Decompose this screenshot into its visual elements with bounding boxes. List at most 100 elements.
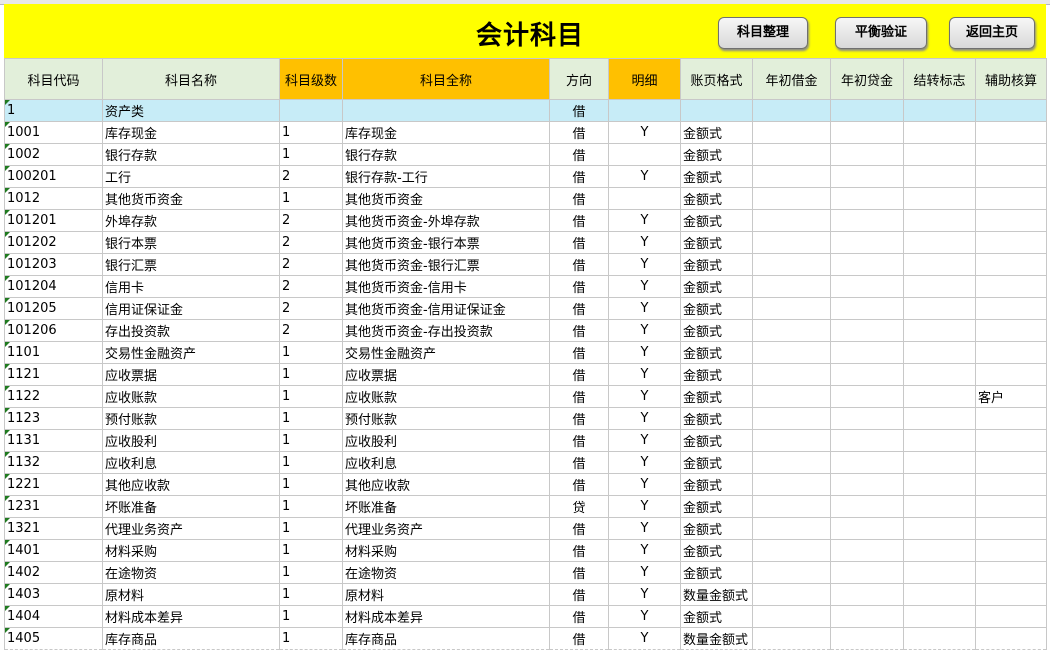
table-cell[interactable]: 101205 bbox=[4, 297, 103, 320]
table-cell[interactable]: 存出投资款 bbox=[102, 319, 280, 342]
table-cell[interactable]: 2 bbox=[279, 297, 343, 320]
table-cell[interactable]: 金额式 bbox=[680, 539, 753, 562]
table-cell[interactable]: 100201 bbox=[4, 165, 103, 188]
table-cell[interactable]: 金额式 bbox=[680, 605, 753, 628]
table-cell[interactable] bbox=[903, 341, 976, 364]
table-cell[interactable]: 金额式 bbox=[680, 187, 753, 210]
table-cell[interactable] bbox=[975, 121, 1047, 144]
header-cell[interactable]: 辅助核算 bbox=[975, 58, 1047, 100]
table-cell[interactable]: 借 bbox=[549, 539, 609, 562]
table-cell[interactable] bbox=[830, 209, 904, 232]
return-home-button[interactable]: 返回主页 bbox=[949, 17, 1035, 49]
table-cell[interactable] bbox=[903, 561, 976, 584]
table-cell[interactable] bbox=[975, 429, 1047, 452]
table-cell[interactable]: 2 bbox=[279, 275, 343, 298]
table-cell[interactable]: 借 bbox=[549, 341, 609, 364]
table-cell[interactable] bbox=[830, 363, 904, 386]
header-cell[interactable]: 年初贷金 bbox=[830, 58, 904, 100]
table-cell[interactable] bbox=[975, 187, 1047, 210]
table-cell[interactable]: 金额式 bbox=[680, 363, 753, 386]
table-cell[interactable]: 借 bbox=[549, 363, 609, 386]
table-cell[interactable] bbox=[752, 451, 831, 474]
table-cell[interactable]: 1 bbox=[279, 341, 343, 364]
table-cell[interactable]: 交易性金融资产 bbox=[342, 341, 550, 364]
table-cell[interactable]: 其他货币资金-信用证保证金 bbox=[342, 297, 550, 320]
table-cell[interactable] bbox=[975, 561, 1047, 584]
table-cell[interactable] bbox=[903, 451, 976, 474]
table-cell[interactable]: 借 bbox=[549, 429, 609, 452]
table-cell[interactable] bbox=[830, 165, 904, 188]
table-cell[interactable] bbox=[752, 539, 831, 562]
header-cell[interactable]: 结转标志 bbox=[903, 58, 976, 100]
table-cell[interactable]: 预付账款 bbox=[102, 407, 280, 430]
table-cell[interactable]: 材料采购 bbox=[342, 539, 550, 562]
table-cell[interactable]: 贷 bbox=[549, 495, 609, 518]
table-cell[interactable] bbox=[752, 319, 831, 342]
table-cell[interactable]: 1 bbox=[279, 429, 343, 452]
table-cell[interactable]: 1 bbox=[279, 363, 343, 386]
table-cell[interactable]: 其他货币资金-银行汇票 bbox=[342, 253, 550, 276]
table-cell[interactable]: 借 bbox=[549, 209, 609, 232]
table-cell[interactable]: 1405 bbox=[4, 627, 103, 650]
table-cell[interactable]: Y bbox=[608, 605, 681, 628]
table-cell[interactable]: 借 bbox=[549, 319, 609, 342]
table-cell[interactable] bbox=[752, 561, 831, 584]
table-cell[interactable] bbox=[608, 187, 681, 210]
table-cell[interactable] bbox=[830, 231, 904, 254]
table-cell[interactable] bbox=[830, 143, 904, 166]
table-cell[interactable]: 在途物资 bbox=[102, 561, 280, 584]
table-cell[interactable]: 2 bbox=[279, 209, 343, 232]
table-cell[interactable]: 101206 bbox=[4, 319, 103, 342]
table-cell[interactable]: 借 bbox=[549, 99, 609, 122]
table-cell[interactable]: Y bbox=[608, 495, 681, 518]
table-cell[interactable]: 其他货币资金-外埠存款 bbox=[342, 209, 550, 232]
table-cell[interactable]: 借 bbox=[549, 253, 609, 276]
header-cell[interactable]: 科目全称 bbox=[342, 58, 550, 100]
table-cell[interactable] bbox=[608, 99, 681, 122]
table-cell[interactable] bbox=[975, 99, 1047, 122]
table-cell[interactable] bbox=[752, 429, 831, 452]
table-cell[interactable]: 金额式 bbox=[680, 253, 753, 276]
table-cell[interactable] bbox=[903, 121, 976, 144]
header-cell[interactable]: 年初借金 bbox=[752, 58, 831, 100]
table-cell[interactable]: 其他货币资金 bbox=[102, 187, 280, 210]
table-cell[interactable] bbox=[975, 231, 1047, 254]
table-cell[interactable]: 工行 bbox=[102, 165, 280, 188]
table-cell[interactable]: 借 bbox=[549, 605, 609, 628]
table-cell[interactable] bbox=[830, 187, 904, 210]
table-cell[interactable]: 1402 bbox=[4, 561, 103, 584]
table-cell[interactable]: 1 bbox=[4, 99, 103, 122]
table-cell[interactable] bbox=[830, 341, 904, 364]
table-cell[interactable] bbox=[830, 627, 904, 650]
table-cell[interactable]: Y bbox=[608, 561, 681, 584]
table-cell[interactable] bbox=[752, 275, 831, 298]
table-cell[interactable]: 预付账款 bbox=[342, 407, 550, 430]
header-cell[interactable]: 明细 bbox=[608, 58, 681, 100]
table-cell[interactable] bbox=[752, 385, 831, 408]
table-cell[interactable] bbox=[975, 517, 1047, 540]
table-cell[interactable]: 应收账款 bbox=[102, 385, 280, 408]
table-cell[interactable]: 2 bbox=[279, 253, 343, 276]
table-cell[interactable] bbox=[752, 253, 831, 276]
table-cell[interactable]: 金额式 bbox=[680, 429, 753, 452]
table-cell[interactable] bbox=[975, 627, 1047, 650]
table-cell[interactable]: 2 bbox=[279, 165, 343, 188]
table-cell[interactable] bbox=[752, 143, 831, 166]
table-cell[interactable] bbox=[903, 165, 976, 188]
table-cell[interactable]: Y bbox=[608, 341, 681, 364]
table-cell[interactable]: 银行存款 bbox=[342, 143, 550, 166]
table-cell[interactable]: 其他货币资金 bbox=[342, 187, 550, 210]
table-cell[interactable] bbox=[975, 363, 1047, 386]
table-cell[interactable]: 1 bbox=[279, 407, 343, 430]
table-cell[interactable]: 应收票据 bbox=[342, 363, 550, 386]
table-cell[interactable]: 借 bbox=[549, 143, 609, 166]
table-cell[interactable] bbox=[903, 187, 976, 210]
table-cell[interactable]: 金额式 bbox=[680, 165, 753, 188]
table-cell[interactable]: 1122 bbox=[4, 385, 103, 408]
table-cell[interactable] bbox=[752, 187, 831, 210]
table-cell[interactable]: 借 bbox=[549, 231, 609, 254]
table-cell[interactable]: 金额式 bbox=[680, 561, 753, 584]
table-cell[interactable]: 借 bbox=[549, 297, 609, 320]
table-cell[interactable] bbox=[975, 473, 1047, 496]
table-cell[interactable]: Y bbox=[608, 275, 681, 298]
